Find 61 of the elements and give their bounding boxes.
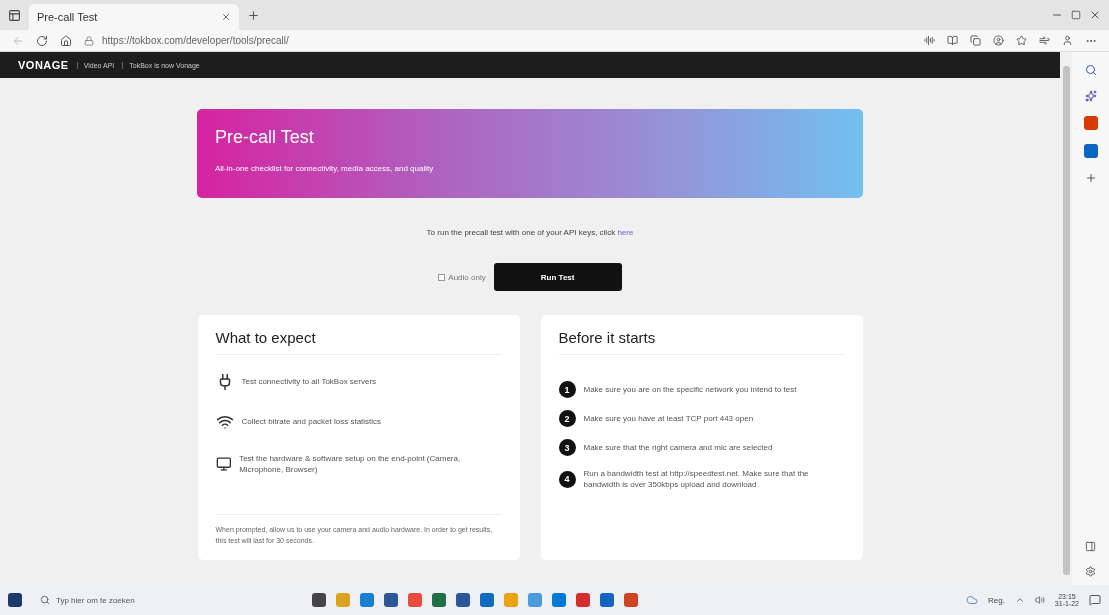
extension-icon[interactable] xyxy=(993,35,1004,46)
step-text: Make sure that the right camera and mic are selected xyxy=(583,441,773,454)
app-icon[interactable] xyxy=(576,593,590,607)
settings-icon[interactable] xyxy=(1085,566,1096,577)
start-icon[interactable] xyxy=(8,593,22,607)
weather-text: Reg. xyxy=(987,595,1005,605)
brand-logo[interactable]: VONAGE xyxy=(18,59,69,71)
home-icon[interactable] xyxy=(60,34,72,47)
step-text: Make sure you are on the specific network you intend to test xyxy=(583,383,797,396)
step-number: 4 xyxy=(558,470,576,488)
sidebar-icon[interactable] xyxy=(1085,541,1096,552)
close-icon[interactable] xyxy=(1089,9,1101,21)
hero-title: Pre-call Test xyxy=(215,127,315,148)
add-icon[interactable] xyxy=(1084,172,1097,184)
tab-actions-icon[interactable] xyxy=(8,8,21,22)
app-icon[interactable] xyxy=(456,593,470,607)
reader-icon[interactable] xyxy=(947,35,958,46)
app-icon[interactable] xyxy=(480,593,494,607)
step-number: 2 xyxy=(558,410,576,427)
lock-icon xyxy=(84,35,94,46)
maximize-icon[interactable] xyxy=(1071,10,1081,20)
app-icon[interactable] xyxy=(384,593,398,607)
taskbar-search-field[interactable]: Typ hier om te zoeken xyxy=(32,588,302,612)
volume-icon[interactable] xyxy=(1034,595,1045,605)
checkbox-label: Audio only xyxy=(448,272,486,282)
browser-tab[interactable]: Pre-call Test xyxy=(29,4,239,30)
search-icon[interactable] xyxy=(1084,64,1097,76)
hero-subtitle: All-in-one checklist for connectivity, media access, and quality xyxy=(215,164,435,173)
here-link[interactable]: here xyxy=(617,228,634,237)
favorite-icon[interactable] xyxy=(1016,35,1027,46)
run-test-button[interactable]: Run Test xyxy=(493,263,622,291)
app-icon[interactable] xyxy=(624,593,638,607)
wifi-icon xyxy=(215,413,234,431)
card-title: What to expect xyxy=(215,329,502,355)
step-number: 1 xyxy=(558,381,576,398)
step-text: Make sure you have at least TCP port 443 open xyxy=(583,412,754,425)
expect-item-text: Test connectivity to all TokBox servers xyxy=(241,376,377,388)
new-tab-icon[interactable] xyxy=(247,8,260,22)
read-aloud-icon[interactable] xyxy=(924,35,935,46)
profile-icon[interactable] xyxy=(1062,35,1073,46)
app-icon[interactable] xyxy=(312,593,326,607)
audio-only-checkbox[interactable] xyxy=(438,273,446,281)
app-icon[interactable] xyxy=(552,593,566,607)
scrollbar[interactable] xyxy=(1060,52,1072,585)
weather-icon xyxy=(965,594,978,606)
step-text: Run a bandwidth test at http://speedtest.net. Make sure that the bandwidth is over 350kbps upload and download xyxy=(583,468,810,491)
sparkle-icon[interactable] xyxy=(1084,90,1097,102)
app-icon[interactable] xyxy=(432,593,446,607)
monitor-icon xyxy=(215,455,232,474)
address-field[interactable]: https://tokbox.com/developer/tools/precall/ xyxy=(102,35,289,46)
refresh-icon[interactable] xyxy=(36,34,48,47)
intro-text: To run the precall test with one of your API keys, click here xyxy=(426,228,634,237)
expect-item-text: Collect bitrate and packet loss statistics xyxy=(241,416,382,428)
card-title: Before it starts xyxy=(558,329,845,355)
expect-item-text: Test the hardware & software setup on the end-point (Camera, Microphone, Browser) xyxy=(239,453,462,476)
tabs-icon[interactable] xyxy=(970,35,981,46)
search-icon xyxy=(40,595,50,605)
step-number: 3 xyxy=(558,439,576,456)
close-icon[interactable] xyxy=(221,12,231,22)
app-icon[interactable] xyxy=(600,593,614,607)
notifications-icon[interactable] xyxy=(1089,594,1101,606)
